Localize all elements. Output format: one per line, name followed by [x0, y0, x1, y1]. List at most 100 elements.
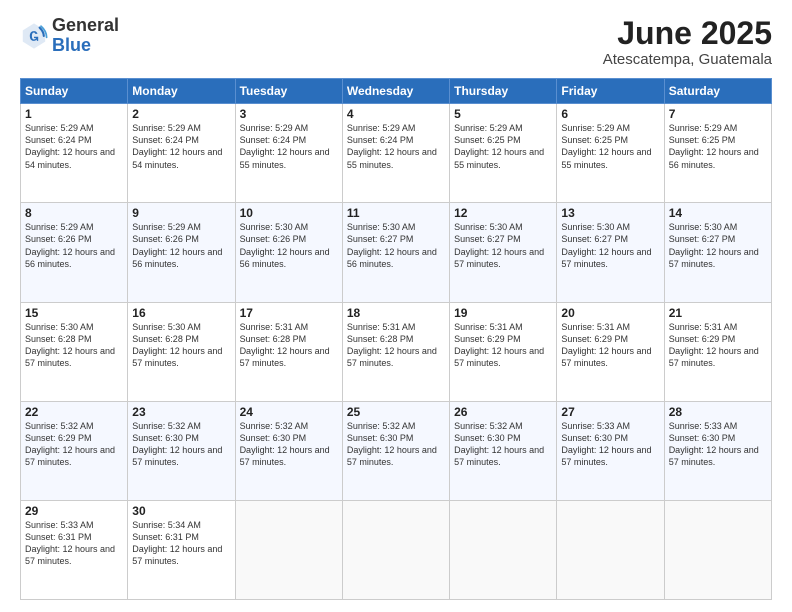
calendar-cell: 9Sunrise: 5:29 AMSunset: 6:26 PMDaylight… [128, 203, 235, 302]
day-info: Sunrise: 5:32 AMSunset: 6:30 PMDaylight:… [454, 420, 552, 469]
day-number: 25 [347, 405, 445, 419]
calendar-cell: 12Sunrise: 5:30 AMSunset: 6:27 PMDayligh… [450, 203, 557, 302]
day-number: 27 [561, 405, 659, 419]
day-of-week-thursday: Thursday [450, 79, 557, 104]
day-info: Sunrise: 5:32 AMSunset: 6:30 PMDaylight:… [240, 420, 338, 469]
calendar-week-1: 1Sunrise: 5:29 AMSunset: 6:24 PMDaylight… [21, 104, 772, 203]
calendar-cell: 26Sunrise: 5:32 AMSunset: 6:30 PMDayligh… [450, 401, 557, 500]
day-number: 18 [347, 306, 445, 320]
calendar-cell: 28Sunrise: 5:33 AMSunset: 6:30 PMDayligh… [664, 401, 771, 500]
calendar-cell: 14Sunrise: 5:30 AMSunset: 6:27 PMDayligh… [664, 203, 771, 302]
calendar-cell: 21Sunrise: 5:31 AMSunset: 6:29 PMDayligh… [664, 302, 771, 401]
day-number: 5 [454, 107, 552, 121]
day-info: Sunrise: 5:29 AMSunset: 6:24 PMDaylight:… [347, 122, 445, 171]
calendar-cell: 19Sunrise: 5:31 AMSunset: 6:29 PMDayligh… [450, 302, 557, 401]
day-number: 22 [25, 405, 123, 419]
day-info: Sunrise: 5:30 AMSunset: 6:28 PMDaylight:… [132, 321, 230, 370]
logo-icon [20, 22, 48, 50]
day-info: Sunrise: 5:32 AMSunset: 6:29 PMDaylight:… [25, 420, 123, 469]
day-number: 16 [132, 306, 230, 320]
calendar-cell: 25Sunrise: 5:32 AMSunset: 6:30 PMDayligh… [342, 401, 449, 500]
calendar-cell: 6Sunrise: 5:29 AMSunset: 6:25 PMDaylight… [557, 104, 664, 203]
calendar-title: June 2025 [603, 16, 772, 51]
day-info: Sunrise: 5:33 AMSunset: 6:30 PMDaylight:… [561, 420, 659, 469]
day-number: 23 [132, 405, 230, 419]
calendar-cell: 11Sunrise: 5:30 AMSunset: 6:27 PMDayligh… [342, 203, 449, 302]
day-of-week-monday: Monday [128, 79, 235, 104]
day-info: Sunrise: 5:29 AMSunset: 6:26 PMDaylight:… [132, 221, 230, 270]
day-info: Sunrise: 5:29 AMSunset: 6:24 PMDaylight:… [132, 122, 230, 171]
day-number: 14 [669, 206, 767, 220]
calendar-cell: 27Sunrise: 5:33 AMSunset: 6:30 PMDayligh… [557, 401, 664, 500]
day-number: 6 [561, 107, 659, 121]
day-number: 11 [347, 206, 445, 220]
day-info: Sunrise: 5:30 AMSunset: 6:27 PMDaylight:… [561, 221, 659, 270]
calendar-cell: 22Sunrise: 5:32 AMSunset: 6:29 PMDayligh… [21, 401, 128, 500]
day-of-week-sunday: Sunday [21, 79, 128, 104]
day-number: 15 [25, 306, 123, 320]
day-number: 24 [240, 405, 338, 419]
calendar-cell [450, 500, 557, 599]
day-info: Sunrise: 5:29 AMSunset: 6:24 PMDaylight:… [25, 122, 123, 171]
day-info: Sunrise: 5:30 AMSunset: 6:27 PMDaylight:… [347, 221, 445, 270]
calendar-cell [664, 500, 771, 599]
day-number: 10 [240, 206, 338, 220]
day-number: 29 [25, 504, 123, 518]
calendar-cell: 8Sunrise: 5:29 AMSunset: 6:26 PMDaylight… [21, 203, 128, 302]
calendar-cell [557, 500, 664, 599]
calendar-cell: 5Sunrise: 5:29 AMSunset: 6:25 PMDaylight… [450, 104, 557, 203]
day-info: Sunrise: 5:32 AMSunset: 6:30 PMDaylight:… [132, 420, 230, 469]
day-number: 21 [669, 306, 767, 320]
calendar-subtitle: Atescatempa, Guatemala [603, 51, 772, 68]
logo-text: General Blue [52, 16, 119, 56]
day-info: Sunrise: 5:30 AMSunset: 6:28 PMDaylight:… [25, 321, 123, 370]
day-info: Sunrise: 5:29 AMSunset: 6:25 PMDaylight:… [561, 122, 659, 171]
day-number: 13 [561, 206, 659, 220]
calendar-cell: 3Sunrise: 5:29 AMSunset: 6:24 PMDaylight… [235, 104, 342, 203]
day-number: 2 [132, 107, 230, 121]
day-info: Sunrise: 5:29 AMSunset: 6:25 PMDaylight:… [669, 122, 767, 171]
day-of-week-tuesday: Tuesday [235, 79, 342, 104]
day-number: 7 [669, 107, 767, 121]
calendar-cell: 20Sunrise: 5:31 AMSunset: 6:29 PMDayligh… [557, 302, 664, 401]
header: General Blue June 2025 Atescatempa, Guat… [20, 16, 772, 68]
title-block: June 2025 Atescatempa, Guatemala [603, 16, 772, 68]
day-info: Sunrise: 5:33 AMSunset: 6:31 PMDaylight:… [25, 519, 123, 568]
calendar-cell: 15Sunrise: 5:30 AMSunset: 6:28 PMDayligh… [21, 302, 128, 401]
calendar-cell: 17Sunrise: 5:31 AMSunset: 6:28 PMDayligh… [235, 302, 342, 401]
day-number: 9 [132, 206, 230, 220]
day-number: 1 [25, 107, 123, 121]
calendar-cell: 24Sunrise: 5:32 AMSunset: 6:30 PMDayligh… [235, 401, 342, 500]
day-info: Sunrise: 5:33 AMSunset: 6:30 PMDaylight:… [669, 420, 767, 469]
calendar-cell: 7Sunrise: 5:29 AMSunset: 6:25 PMDaylight… [664, 104, 771, 203]
logo: General Blue [20, 16, 119, 56]
day-of-week-friday: Friday [557, 79, 664, 104]
day-info: Sunrise: 5:34 AMSunset: 6:31 PMDaylight:… [132, 519, 230, 568]
calendar-cell: 4Sunrise: 5:29 AMSunset: 6:24 PMDaylight… [342, 104, 449, 203]
page: General Blue June 2025 Atescatempa, Guat… [0, 0, 792, 612]
calendar-week-5: 29Sunrise: 5:33 AMSunset: 6:31 PMDayligh… [21, 500, 772, 599]
day-info: Sunrise: 5:31 AMSunset: 6:28 PMDaylight:… [347, 321, 445, 370]
calendar-cell [235, 500, 342, 599]
day-number: 12 [454, 206, 552, 220]
day-number: 30 [132, 504, 230, 518]
calendar-cell: 1Sunrise: 5:29 AMSunset: 6:24 PMDaylight… [21, 104, 128, 203]
day-info: Sunrise: 5:32 AMSunset: 6:30 PMDaylight:… [347, 420, 445, 469]
day-info: Sunrise: 5:31 AMSunset: 6:28 PMDaylight:… [240, 321, 338, 370]
calendar-table: SundayMondayTuesdayWednesdayThursdayFrid… [20, 78, 772, 600]
calendar-cell: 10Sunrise: 5:30 AMSunset: 6:26 PMDayligh… [235, 203, 342, 302]
day-info: Sunrise: 5:30 AMSunset: 6:26 PMDaylight:… [240, 221, 338, 270]
calendar-cell: 16Sunrise: 5:30 AMSunset: 6:28 PMDayligh… [128, 302, 235, 401]
calendar-cell: 23Sunrise: 5:32 AMSunset: 6:30 PMDayligh… [128, 401, 235, 500]
calendar-cell: 18Sunrise: 5:31 AMSunset: 6:28 PMDayligh… [342, 302, 449, 401]
day-number: 3 [240, 107, 338, 121]
calendar-header-row: SundayMondayTuesdayWednesdayThursdayFrid… [21, 79, 772, 104]
logo-general: General [52, 15, 119, 35]
day-number: 4 [347, 107, 445, 121]
day-info: Sunrise: 5:31 AMSunset: 6:29 PMDaylight:… [561, 321, 659, 370]
day-number: 17 [240, 306, 338, 320]
day-info: Sunrise: 5:29 AMSunset: 6:25 PMDaylight:… [454, 122, 552, 171]
day-info: Sunrise: 5:30 AMSunset: 6:27 PMDaylight:… [454, 221, 552, 270]
calendar-cell: 2Sunrise: 5:29 AMSunset: 6:24 PMDaylight… [128, 104, 235, 203]
logo-blue: Blue [52, 35, 91, 55]
